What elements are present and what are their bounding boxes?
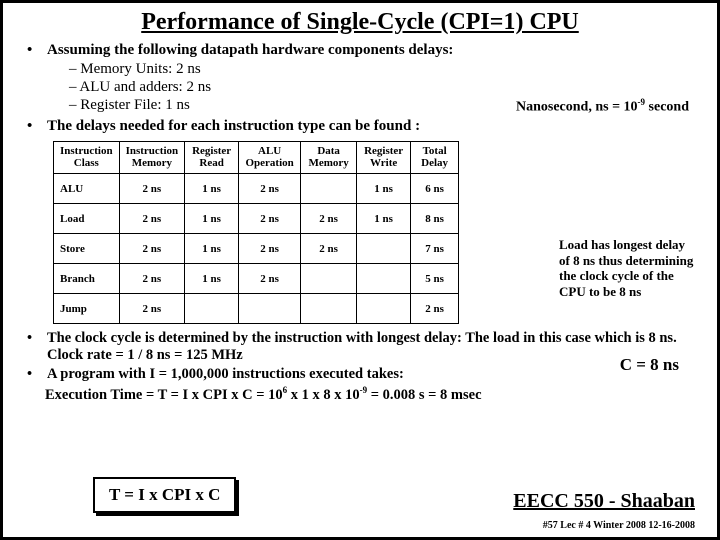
bullet-text: The clock cycle is determined by the ins… — [47, 330, 701, 364]
load-longest-note: Load has longest delay of 8 ns thus dete… — [559, 237, 699, 299]
exec-post: = 0.008 s = 8 msec — [367, 387, 481, 403]
bullet-clock: • The clock cycle is determined by the i… — [27, 330, 701, 364]
course-label: EECC 550 - Shaaban — [513, 490, 695, 513]
clock-cycle-eq: C = 8 ns — [620, 355, 679, 375]
slide: Performance of Single-Cycle (CPI=1) CPU … — [0, 0, 720, 540]
table-row: Store2 ns1 ns2 ns2 ns7 ns — [54, 234, 459, 264]
bullet-dot: • — [27, 42, 47, 59]
nanosecond-note: Nanosecond, ns = 10-9 second — [516, 97, 689, 116]
bullet-delays: • The delays needed for each instruction… — [27, 118, 701, 135]
exec-mid: x 1 x 8 x 10 — [287, 387, 360, 403]
bullet-dot: • — [27, 366, 47, 383]
exec-e2: -9 — [360, 385, 368, 395]
nano-pre: Nanosecond, ns = 10 — [516, 100, 638, 115]
sub-alu: – ALU and adders: 2 ns — [69, 79, 701, 96]
table-row: Load2 ns1 ns2 ns2 ns1 ns8 ns — [54, 204, 459, 234]
execution-time-line: Execution Time = T = I x CPI x C = 106 x… — [45, 385, 701, 404]
nano-exp: -9 — [638, 97, 646, 107]
exec-pre: Execution Time = T = I x CPI x C = 10 — [45, 387, 283, 403]
bullet-program: • A program with I = 1,000,000 instructi… — [27, 366, 701, 383]
nano-post: second — [645, 100, 689, 115]
bullet-dot: • — [27, 330, 47, 347]
slide-footer: #57 Lec # 4 Winter 2008 12-16-2008 — [543, 520, 695, 531]
bullet-text: A program with I = 1,000,000 instruction… — [47, 366, 404, 383]
delay-table: InstructionClass InstructionMemory Regis… — [53, 141, 459, 324]
bullet-text: The delays needed for each instruction t… — [47, 118, 420, 135]
table-row: Branch2 ns1 ns2 ns5 ns — [54, 264, 459, 294]
lower-block: • The clock cycle is determined by the i… — [19, 330, 701, 404]
table-row: Jump2 ns2 ns — [54, 294, 459, 324]
bullet-assumptions: • Assuming the following datapath hardwa… — [27, 42, 701, 59]
sub-memory: – Memory Units: 2 ns — [69, 61, 701, 78]
table-row: ALU2 ns1 ns2 ns1 ns6 ns — [54, 174, 459, 204]
bullet-dot: • — [27, 118, 47, 135]
table-header: InstructionClass InstructionMemory Regis… — [54, 142, 459, 174]
formula-box: T = I x CPI x C — [93, 477, 236, 513]
bullet-text: Assuming the following datapath hardware… — [47, 42, 453, 59]
page-title: Performance of Single-Cycle (CPI=1) CPU — [19, 9, 701, 36]
